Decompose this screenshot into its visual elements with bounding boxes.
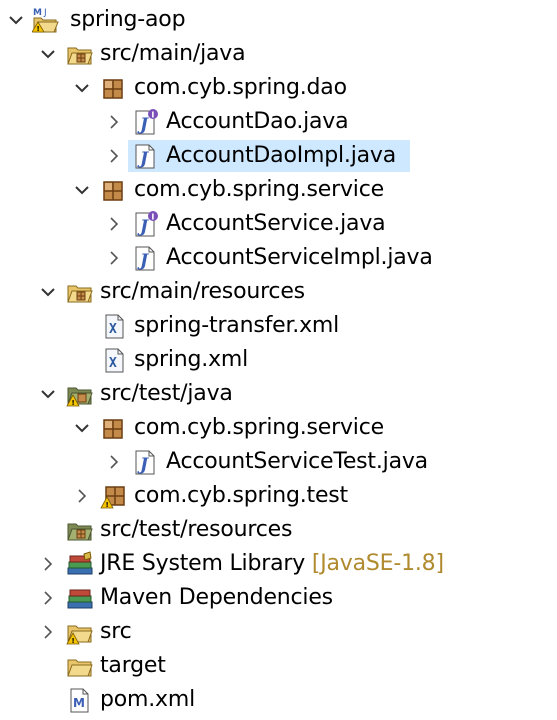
tree-item-project[interactable]: M J ! spring-aop [0, 3, 557, 37]
svg-text:M: M [33, 8, 42, 18]
tree-item-label: spring.xml [134, 347, 249, 372]
svg-text:!: ! [106, 501, 109, 509]
svg-text:X: X [109, 322, 117, 337]
svg-text:I: I [151, 213, 154, 222]
tree-item-account-dao-impl[interactable]: J AccountDaoImpl.java [0, 139, 557, 173]
tree-item-src-test-java[interactable]: ! src/test/java [0, 377, 557, 411]
tree-item-spring-xml[interactable]: X spring.xml [0, 343, 557, 377]
package-warning-icon: ! [100, 482, 126, 510]
library-name: JRE System Library [100, 551, 306, 576]
chevron-right-icon[interactable] [106, 148, 122, 164]
tree-item-label: pom.xml [100, 687, 196, 712]
folder-warning-icon: ! [66, 618, 93, 646]
svg-text:I: I [151, 111, 154, 120]
tree-item-label: com.cyb.spring.dao [134, 75, 347, 100]
tree-item-label: spring-transfer.xml [134, 313, 340, 338]
chevron-down-icon[interactable] [8, 12, 24, 28]
chevron-right-icon[interactable] [74, 488, 90, 504]
tree-item-src[interactable]: ! src [0, 615, 557, 649]
tree-item-label: src/main/resources [100, 279, 305, 304]
package-icon [100, 414, 126, 442]
tree-item-test-package-service[interactable]: com.cyb.spring.service [0, 411, 557, 445]
svg-text:!: ! [37, 25, 40, 33]
maven-pom-icon: M [66, 686, 92, 714]
svg-text:J: J [43, 8, 47, 18]
svg-text:M: M [73, 696, 85, 710]
tree-item-label: target [100, 653, 166, 678]
package-icon [100, 176, 126, 204]
maven-project-icon: M J ! [32, 6, 59, 34]
svg-text:!: ! [72, 637, 75, 645]
tree-item-label: src/test/java [100, 381, 233, 406]
tree-item-jre-library[interactable]: JRE System Library [JavaSE-1.8] [0, 547, 557, 581]
tree-item-account-service-impl[interactable]: J AccountServiceImpl.java [0, 241, 557, 275]
source-folder-icon [66, 278, 93, 306]
tree-item-label: src/main/java [100, 41, 246, 66]
tree-item-label: AccountService.java [166, 211, 386, 236]
chevron-right-icon[interactable] [40, 590, 56, 606]
xml-file-icon: X [100, 346, 126, 374]
tree-item-label: AccountDao.java [166, 109, 349, 134]
java-class-icon: J [132, 142, 158, 170]
tree-item-target[interactable]: target [0, 649, 557, 683]
tree-item-maven-dependencies[interactable]: Maven Dependencies [0, 581, 557, 615]
folder-icon [66, 652, 93, 680]
tree-item-label: AccountServiceImpl.java [166, 245, 433, 270]
chevron-down-icon[interactable] [74, 182, 90, 198]
tree-item-pom-xml[interactable]: M pom.xml [0, 683, 557, 717]
chevron-down-icon[interactable] [74, 80, 90, 96]
chevron-down-icon[interactable] [40, 284, 56, 300]
library-icon [66, 584, 93, 612]
package-icon [100, 74, 126, 102]
chevron-right-icon[interactable] [40, 624, 56, 640]
chevron-down-icon[interactable] [40, 46, 56, 62]
chevron-right-icon[interactable] [106, 216, 122, 232]
tree-item-src-main-resources[interactable]: src/main/resources [0, 275, 557, 309]
java-interface-icon: J I [132, 108, 158, 136]
svg-text:!: ! [72, 399, 75, 407]
tree-item-account-service[interactable]: J I AccountService.java [0, 207, 557, 241]
tree-item-label: JRE System Library [JavaSE-1.8] [100, 547, 444, 581]
java-class-icon: J [132, 448, 158, 476]
chevron-right-icon[interactable] [106, 114, 122, 130]
jre-version-decoration: [JavaSE-1.8] [311, 551, 444, 576]
tree-item-label: Maven Dependencies [100, 585, 333, 610]
tree-item-label: src/test/resources [100, 517, 293, 542]
tree-item-package-dao[interactable]: com.cyb.spring.dao [0, 71, 557, 105]
java-interface-icon: J I [132, 210, 158, 238]
tree-item-label: AccountServiceTest.java [166, 449, 428, 474]
tree-item-src-test-resources[interactable]: src/test/resources [0, 513, 557, 547]
tree-item-package-service[interactable]: com.cyb.spring.service [0, 173, 557, 207]
tree-item-src-main-java[interactable]: src/main/java [0, 37, 557, 71]
java-class-icon: J [132, 244, 158, 272]
source-folder-warning-icon: ! [66, 380, 93, 408]
tree-item-label: com.cyb.spring.service [134, 177, 384, 202]
chevron-down-icon[interactable] [40, 386, 56, 402]
chevron-down-icon[interactable] [74, 420, 90, 436]
tree-item-account-dao[interactable]: J I AccountDao.java [0, 105, 557, 139]
library-icon [66, 550, 93, 578]
tree-item-label: AccountDaoImpl.java [166, 143, 396, 168]
tree-item-label: src [100, 619, 132, 644]
chevron-right-icon[interactable] [40, 556, 56, 572]
svg-text:X: X [109, 356, 117, 371]
tree-item-label: com.cyb.spring.service [134, 415, 384, 440]
tree-item-partial: M J [30, 714, 90, 720]
tree-item-label: com.cyb.spring.test [134, 483, 348, 508]
tree-item-spring-transfer-xml[interactable]: X spring-transfer.xml [0, 309, 557, 343]
source-folder-icon [66, 40, 93, 68]
chevron-right-icon[interactable] [106, 454, 122, 470]
tree-item-label: spring-aop [70, 7, 186, 32]
tree-item-account-service-test[interactable]: J AccountServiceTest.java [0, 445, 557, 479]
source-folder-icon [66, 516, 93, 544]
xml-file-icon: X [100, 312, 126, 340]
tree-item-test-package-test[interactable]: ! com.cyb.spring.test [0, 479, 557, 513]
chevron-right-icon[interactable] [106, 250, 122, 266]
